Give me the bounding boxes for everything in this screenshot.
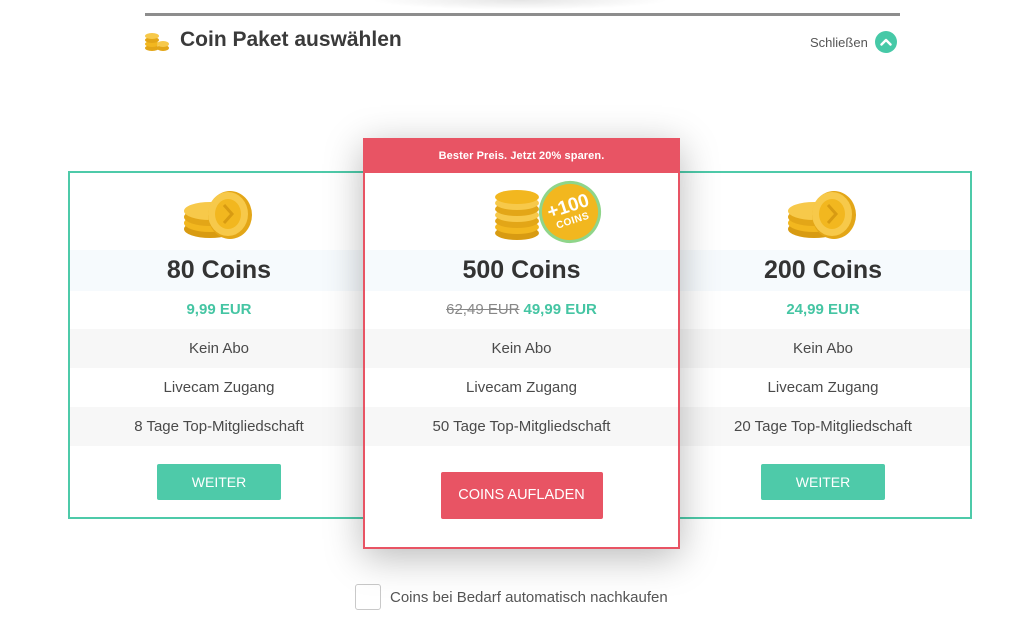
weiter-button-200[interactable]: WEITER [761, 464, 885, 500]
package-price-row: 62,49 EUR 49,99 EUR [365, 291, 678, 329]
package-price: 9,99 EUR [186, 301, 252, 318]
coin-stack-area [70, 173, 368, 250]
coin-stack-icon [184, 191, 252, 239]
feature-item: 50 Tage Top-Mitgliedschaft [365, 407, 678, 446]
auto-buy-label[interactable]: Coins bei Bedarf automatisch nachkaufen [390, 589, 668, 606]
weiter-button-80[interactable]: WEITER [157, 464, 281, 500]
feature-item: 8 Tage Top-Mitgliedschaft [70, 407, 368, 446]
package-card-500: Bester Preis. Jetzt 20% sparen. +100 COI… [363, 138, 680, 549]
feature-item: Livecam Zugang [466, 379, 577, 396]
coin-stack-icon [788, 191, 856, 239]
chevron-up-icon[interactable] [874, 31, 897, 53]
package-card-200: 200 Coins 24,99 EUR Kein Abo Livecam Zug… [676, 171, 972, 519]
header-divider [145, 13, 900, 16]
coin-stack-area: +100 COINS [365, 172, 678, 252]
package-price: 49,99 EUR [523, 301, 597, 318]
feature-item: Livecam Zugang [163, 379, 275, 396]
old-price: 62,49 EUR [446, 301, 520, 318]
package-price: 24,99 EUR [786, 301, 860, 318]
package-title: 200 Coins [676, 250, 970, 291]
close-control[interactable]: Schließen [810, 31, 897, 53]
coin-stack-area [676, 173, 970, 250]
modal-top-shadow [370, 0, 670, 10]
auto-buy-checkbox[interactable] [355, 584, 381, 610]
promo-banner: Bester Preis. Jetzt 20% sparen. [365, 140, 678, 173]
feature-item: Livecam Zugang [767, 379, 879, 396]
coins-icon [145, 33, 169, 51]
feature-item: Kein Abo [676, 329, 970, 368]
coins-aufladen-button[interactable]: COINS AUFLADEN [440, 472, 603, 519]
feature-item: 20 Tage Top-Mitgliedschaft [676, 407, 970, 446]
package-title: 80 Coins [70, 250, 368, 291]
auto-buy-option[interactable]: Coins bei Bedarf automatisch nachkaufen [355, 583, 668, 611]
feature-item: Kein Abo [365, 329, 678, 368]
feature-item: Kein Abo [70, 329, 368, 368]
close-label[interactable]: Schließen [810, 35, 868, 50]
package-card-80: 80 Coins 9,99 EUR Kein Abo Livecam Zugan… [68, 171, 368, 519]
page-title: Coin Paket auswählen [180, 28, 402, 51]
package-title: 500 Coins [365, 250, 678, 291]
